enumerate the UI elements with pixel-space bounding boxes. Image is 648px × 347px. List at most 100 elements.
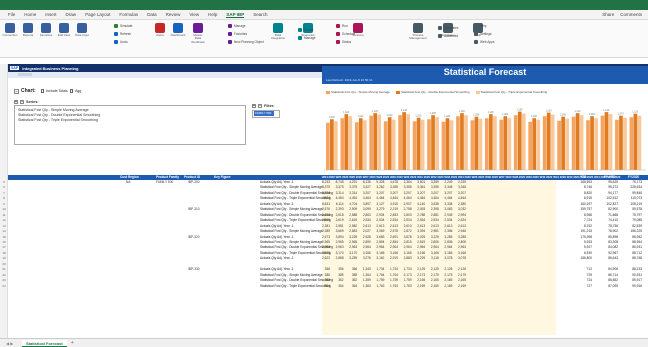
bar-2-15 — [532, 118, 537, 170]
ribbon-schedule-item[interactable]: Schedule — [336, 32, 355, 36]
ribbon-simulate-item[interactable]: Simulate — [114, 24, 132, 28]
menu-item-search[interactable]: Search — [253, 12, 267, 17]
ribbon-new-planning-object-item[interactable]: New Planning Object — [228, 40, 264, 44]
ribbon-alerts-button[interactable]: Alerts — [152, 23, 168, 37]
value-cell[interactable]: 2,169 — [454, 284, 466, 289]
menu-item-help[interactable]: Help — [208, 12, 217, 17]
ribbon-process-management-button[interactable]: Process Management — [409, 23, 427, 41]
chart-label: Chart: — [21, 88, 36, 94]
value-cell[interactable]: 1,363 — [359, 284, 371, 289]
manage-icon — [298, 36, 302, 40]
value-cell[interactable]: 364 — [345, 284, 357, 289]
dashboard-icon — [173, 23, 183, 33]
share-button[interactable]: Share — [602, 12, 614, 17]
menu-item-review[interactable]: Review — [166, 12, 181, 17]
ribbon-web-apps-item[interactable]: Web Apps — [474, 40, 494, 44]
tab-nav-icon[interactable]: ◀ ▶ — [6, 341, 13, 346]
agg-label: Agg — [75, 89, 82, 93]
master-data-workbook-icon — [193, 23, 203, 33]
bar-2-8 — [431, 115, 435, 170]
ribbon-edit-view-button[interactable]: Edit View — [56, 23, 72, 37]
process-management-icon — [413, 23, 423, 33]
collapse-icon[interactable]: − — [14, 88, 19, 94]
legend-item: Statistical Fcst Qty - Triple Exponentia… — [475, 90, 547, 94]
menu-item-formulas[interactable]: Formulas — [119, 12, 138, 17]
ribbon-button-label: Reports — [22, 33, 34, 37]
menu-right: Share Comments — [602, 12, 648, 17]
series-list-item[interactable]: Statistical Fcst Qty - Triple Exponentia… — [18, 118, 242, 123]
total-cell[interactable]: 727 — [572, 284, 592, 289]
ribbon-advanced-item[interactable]: Advanced — [438, 34, 458, 38]
value-cell[interactable]: 1,763 — [386, 284, 398, 289]
ribbon-status-item[interactable]: Status — [336, 40, 351, 44]
menu-item-sap-ibp[interactable]: SAP IBP — [226, 12, 245, 18]
bar-2-19 — [590, 116, 594, 170]
ribbon-favorites-button[interactable]: Favorites — [38, 23, 54, 37]
bar-2-18 — [575, 113, 580, 170]
menu-item-draw[interactable]: Draw — [66, 12, 77, 17]
menu-item-data[interactable]: Data — [147, 12, 157, 17]
menu-item-home[interactable]: Home — [24, 12, 36, 17]
agg-checkbox[interactable] — [69, 89, 74, 93]
total-cell[interactable]: 90,916 — [622, 284, 642, 289]
bar-1-20 — [600, 115, 605, 170]
bar-data-label: 1,070 — [618, 113, 625, 116]
series-list[interactable]: Statistical Fcst Qty - Simple Moving Ave… — [14, 105, 246, 145]
bar-data-label: 1,050 — [560, 114, 567, 117]
menu-item-view[interactable]: View — [189, 12, 199, 17]
ribbon-button-label: Dashboard — [170, 33, 186, 37]
value-cell[interactable]: 2,169 — [440, 284, 452, 289]
undo-icon — [114, 40, 118, 44]
bar-data-label: 1,120 — [372, 110, 379, 113]
chart-title: Statistical Forecast — [322, 66, 648, 78]
ribbon-reports-button[interactable]: Reports — [20, 23, 36, 37]
ribbon-item-label: Manage — [234, 24, 246, 28]
bar-data-label: 1,120 — [459, 110, 466, 113]
filter-remove-icon[interactable]: − — [258, 104, 262, 108]
filter-add-icon[interactable]: + — [252, 104, 256, 108]
bar-3-16 — [550, 114, 555, 170]
row-number[interactable]: 24 — [0, 284, 8, 289]
value-cell[interactable]: 2,169 — [413, 284, 425, 289]
ribbon-help-item[interactable]: Help — [474, 24, 487, 28]
value-cell[interactable]: 364 — [318, 284, 330, 289]
ribbon-connection-button[interactable]: Connection — [2, 23, 18, 37]
value-cell[interactable]: 364 — [332, 284, 343, 289]
ribbon-data-integration-button[interactable]: Data Integration — [270, 23, 286, 41]
bar-data-label: 1,040 — [386, 114, 393, 117]
include-totals-checkbox[interactable] — [40, 89, 45, 93]
value-cell[interactable]: 1,763 — [400, 284, 412, 289]
ribbon-button-label: Process Management — [409, 33, 427, 41]
ribbon-favorites-item[interactable]: Favorites — [228, 32, 247, 36]
filter-selected-item[interactable]: FAMILY 500 — [254, 111, 274, 116]
series-remove-icon[interactable]: − — [20, 100, 24, 104]
bar-1-13 — [499, 119, 504, 170]
bar-3-11 — [478, 118, 483, 170]
tab-statistical-forecast[interactable]: Statistical Forecast — [22, 339, 67, 347]
value-cell[interactable]: 1,763 — [372, 284, 384, 289]
ribbon-refresh-item[interactable]: Refresh — [114, 32, 131, 36]
bar-1-22 — [629, 117, 634, 170]
bar-3-1 — [334, 121, 338, 170]
ribbon-settings-item[interactable]: Settings — [474, 32, 492, 36]
ribbon-undo-item[interactable]: Undo — [114, 40, 128, 44]
ribbon-manage-item[interactable]: Manage — [228, 24, 246, 28]
menu-item-file[interactable]: File — [8, 12, 15, 17]
ribbon-item-label: Undo — [120, 40, 128, 44]
bar-3-22 — [637, 115, 642, 170]
menu-item-insert[interactable]: Insert — [45, 12, 56, 17]
total-cell[interactable]: 87,095 — [598, 284, 618, 289]
ribbon-create-item[interactable]: Create — [298, 28, 314, 32]
ribbon-dashboard-button[interactable]: Dashboard — [170, 23, 186, 37]
bar-3-19 — [594, 118, 598, 170]
add-sheet-button[interactable]: + — [71, 340, 74, 346]
ribbon-run-item[interactable]: Run — [336, 24, 348, 28]
value-cell[interactable]: 2,169 — [427, 284, 439, 289]
ribbon-data-input-button[interactable]: Data Input — [74, 23, 90, 37]
ribbon-master-data-workbook-button[interactable]: Master Data Workbook — [190, 23, 206, 44]
ribbon-templates-item[interactable]: Templates — [438, 26, 459, 30]
ribbon-manage-item[interactable]: Manage — [298, 36, 316, 40]
series-add-icon[interactable]: + — [14, 100, 18, 104]
menu-item-page-layout[interactable]: Page Layout — [85, 12, 110, 17]
comments-button[interactable]: Comments — [620, 12, 642, 17]
